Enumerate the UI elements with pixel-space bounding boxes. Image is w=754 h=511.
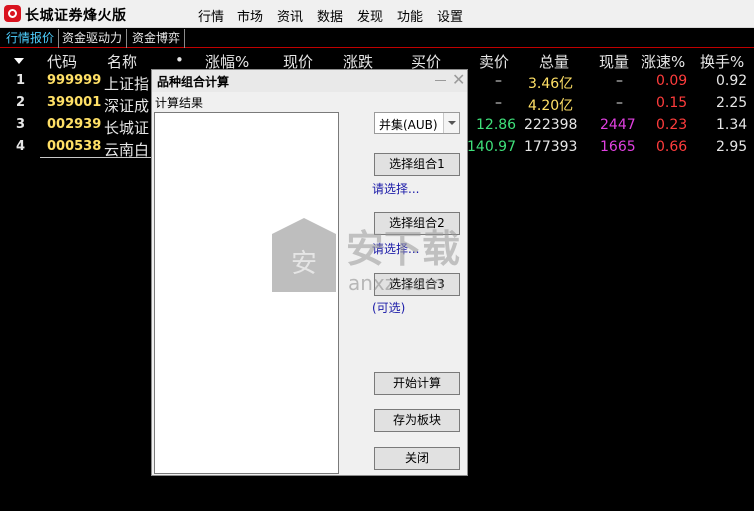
row-ask: 140.97 (467, 139, 516, 155)
row-code: 399001 (47, 95, 102, 110)
row-volume: 4.20亿 (528, 98, 574, 114)
row-name: 上证指 (104, 75, 150, 93)
row-index: 4 (16, 139, 26, 154)
dialog-title: 品种组合计算 (157, 75, 230, 89)
save-as-block-button[interactable]: 存为板块 (374, 409, 460, 432)
row-speed: 0.09 (656, 73, 688, 89)
row-speed: 0.15 (656, 95, 688, 111)
table-header: 代码 名称 • 涨幅% 现价 涨跌 买价 卖价 总量 现量 涨速% 换手% (0, 49, 754, 71)
group1-hint: 请选择... (372, 182, 420, 196)
start-calc-button[interactable]: 开始计算 (374, 372, 460, 395)
row-current-volume: – (616, 73, 623, 89)
tab-fund-drive[interactable]: 资金驱动力 (58, 29, 128, 48)
row-speed: 0.23 (656, 117, 688, 133)
select-group1-button[interactable]: 选择组合1 (374, 153, 460, 176)
row-ask: 12.86 (476, 117, 517, 133)
tab-fund-game[interactable]: 资金博弈 (128, 29, 186, 48)
menu-data[interactable]: 数据 (317, 6, 343, 25)
row-code: 002939 (47, 117, 102, 132)
operation-select[interactable]: 并集(AUB) (374, 112, 460, 134)
app-title: 长城证券烽火版 (25, 8, 127, 24)
row-turnover: 0.92 (716, 73, 748, 89)
tab-row: 行情报价 资金驱动力 资金博弈 (0, 28, 754, 48)
app-logo-icon (4, 5, 21, 22)
col-speed-pct[interactable]: 涨速% (641, 51, 685, 72)
row-code: 999999 (47, 73, 102, 88)
title-menu-bar: 长城证券烽火版 行情 市场 资讯 数据 发现 功能 设置 (0, 0, 754, 28)
row-ask: – (495, 73, 502, 89)
row-name: 深证成 (104, 97, 150, 115)
operation-select-value: 并集(AUB) (379, 118, 438, 132)
minimize-icon[interactable] (435, 80, 446, 81)
col-code[interactable]: 代码 (47, 51, 77, 72)
close-button[interactable]: 关闭 (374, 447, 460, 470)
row-index: 3 (16, 117, 26, 132)
col-name[interactable]: 名称 (107, 51, 137, 72)
row-speed: 0.66 (656, 139, 688, 155)
select-group3-button[interactable]: 选择组合3 (374, 273, 460, 296)
row-ask: – (495, 95, 502, 111)
row-volume: 3.46亿 (528, 76, 574, 92)
group2-hint: 请选择... (372, 242, 420, 256)
row-volume: 177393 (524, 139, 578, 155)
menu-news[interactable]: 资讯 (277, 6, 303, 25)
result-list[interactable] (154, 112, 339, 474)
col-ask[interactable]: 卖价 (479, 51, 509, 72)
chevron-down-icon[interactable] (443, 113, 459, 133)
selected-row-underline (40, 157, 154, 158)
row-current-volume: – (616, 95, 623, 111)
group3-hint: (可选) (372, 301, 406, 315)
menu-discover[interactable]: 发现 (357, 6, 383, 25)
combination-calc-dialog: 品种组合计算 ✕ 计算结果 并集(AUB) 选择组合1 请选择... 选择组合2… (151, 69, 468, 476)
menu-market-quotes[interactable]: 行情 (198, 6, 224, 25)
col-current-volume[interactable]: 现量 (599, 51, 629, 72)
col-volume[interactable]: 总量 (539, 51, 569, 72)
dialog-titlebar[interactable]: 品种组合计算 ✕ (152, 70, 467, 92)
row-index: 2 (16, 95, 26, 110)
select-group2-button[interactable]: 选择组合2 (374, 212, 460, 235)
menu-functions[interactable]: 功能 (397, 6, 423, 25)
row-name: 长城证 (104, 119, 150, 137)
row-volume: 222398 (524, 117, 578, 133)
col-turnover-pct[interactable]: 换手% (700, 51, 744, 72)
result-label: 计算结果 (155, 96, 204, 110)
row-current-volume: 1665 (600, 139, 636, 155)
row-turnover: 2.95 (716, 139, 748, 155)
row-current-volume: 2447 (600, 117, 636, 133)
col-dot: • (175, 51, 184, 69)
row-index: 1 (16, 73, 26, 88)
close-icon[interactable]: ✕ (452, 71, 465, 89)
menu-settings[interactable]: 设置 (437, 6, 463, 25)
row-code: 000538 (47, 139, 102, 154)
row-turnover: 2.25 (716, 95, 748, 111)
row-turnover: 1.34 (716, 117, 748, 133)
menu-market[interactable]: 市场 (237, 6, 263, 25)
tab-quotes[interactable]: 行情报价 (2, 29, 60, 48)
sort-down-icon[interactable] (14, 58, 24, 64)
